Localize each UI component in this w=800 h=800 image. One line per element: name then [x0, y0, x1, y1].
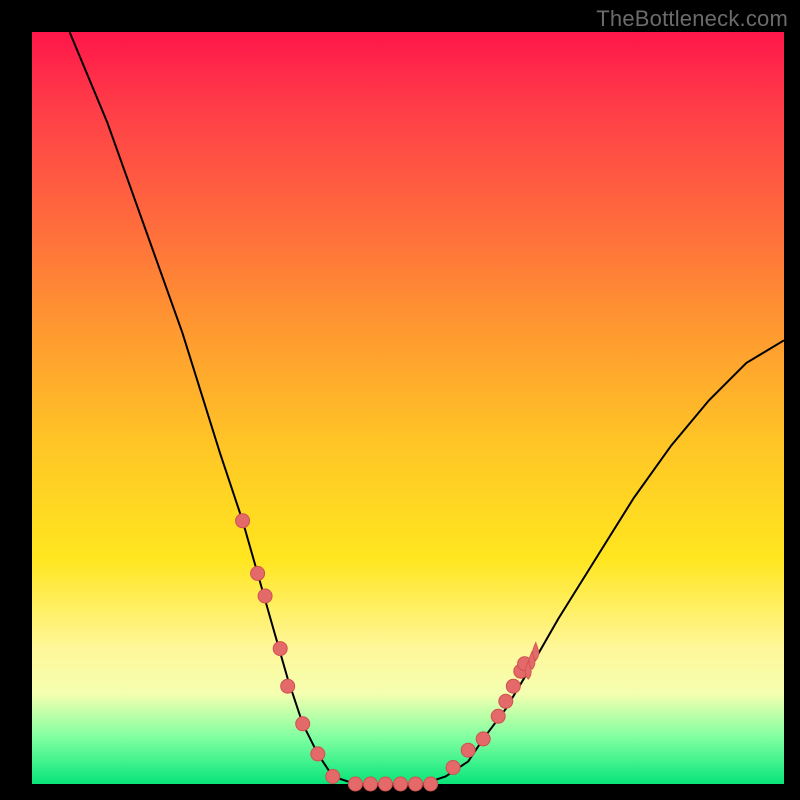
markers-bottom-group	[348, 777, 437, 791]
data-point	[363, 777, 377, 791]
bottleneck-curve	[70, 32, 784, 784]
data-point	[296, 717, 310, 731]
chart-frame: TheBottleneck.com	[0, 0, 800, 800]
data-point	[506, 679, 520, 693]
data-point	[258, 589, 272, 603]
data-point	[409, 777, 423, 791]
data-point	[476, 732, 490, 746]
curve-svg	[32, 32, 784, 784]
data-point	[236, 514, 250, 528]
data-point	[348, 777, 362, 791]
data-point	[499, 694, 513, 708]
data-point	[378, 777, 392, 791]
data-point	[281, 679, 295, 693]
data-point	[326, 770, 340, 784]
flame-marker	[533, 642, 539, 660]
data-point	[461, 743, 475, 757]
data-point	[424, 777, 438, 791]
watermark-text: TheBottleneck.com	[596, 6, 788, 32]
data-point	[394, 777, 408, 791]
data-point	[273, 642, 287, 656]
data-point	[491, 709, 505, 723]
data-point	[446, 761, 460, 775]
plot-area	[32, 32, 784, 784]
markers-right-group	[446, 657, 531, 775]
data-point	[311, 747, 325, 761]
data-point	[251, 566, 265, 580]
